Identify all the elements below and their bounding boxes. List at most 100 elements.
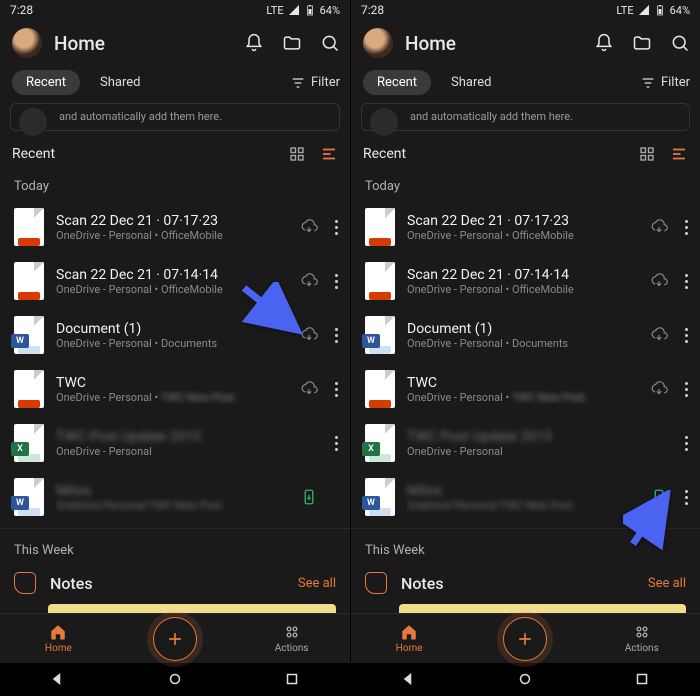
filter-button[interactable]: Filter	[640, 75, 690, 91]
search-icon[interactable]	[320, 33, 340, 53]
recents-icon[interactable]	[633, 670, 651, 688]
group-today: Today	[0, 169, 350, 200]
cloud-download-icon[interactable]	[650, 380, 668, 398]
avatar[interactable]	[363, 28, 393, 58]
filter-label: Filter	[311, 75, 340, 90]
cloud-download-icon[interactable]	[300, 380, 318, 398]
word-icon: W	[365, 316, 395, 354]
excel-icon: X	[14, 424, 44, 462]
more-icon[interactable]	[328, 382, 344, 397]
list-view-icon[interactable]	[670, 145, 688, 163]
tab-shared[interactable]: Shared	[86, 70, 154, 95]
file-row[interactable]: Scan 22 Dec 21 · 07·17·23OneDrive - Pers…	[351, 200, 700, 254]
avatar[interactable]	[12, 28, 42, 58]
grid-view-icon[interactable]	[288, 145, 306, 163]
scan-banner[interactable]: and automatically add them here.	[10, 103, 340, 131]
file-row[interactable]: W MitosOneDrive Personal TWC New Post	[351, 470, 700, 524]
more-icon[interactable]	[678, 436, 694, 451]
scan-banner[interactable]: and automatically add them here.	[361, 103, 690, 131]
cloud-download-icon[interactable]	[300, 272, 318, 290]
file-row[interactable]: Scan 22 Dec 21 · 07·14·14OneDrive - Pers…	[351, 254, 700, 308]
status-bar: 7:28 LTE 64%	[0, 0, 350, 20]
notes-section: Notes See all	[0, 564, 350, 598]
file-row[interactable]: TWCOneDrive - Personal • TWC New Post	[351, 362, 700, 416]
filter-icon	[640, 75, 656, 91]
file-title: Scan 22 Dec 21 · 07·14·14	[407, 267, 638, 283]
more-icon[interactable]	[678, 220, 694, 235]
tab-shared[interactable]: Shared	[437, 70, 505, 95]
cloud-download-icon[interactable]	[300, 218, 318, 236]
note-card[interactable]	[399, 604, 686, 613]
pdf-icon	[365, 208, 395, 246]
tab-recent[interactable]: Recent	[12, 70, 80, 95]
grid-view-icon[interactable]	[638, 145, 656, 163]
pdf-icon	[14, 370, 44, 408]
tab-recent[interactable]: Recent	[363, 70, 431, 95]
file-sub: OneDrive - Personal • OfficeMobile	[407, 283, 638, 296]
cloud-download-icon[interactable]	[650, 272, 668, 290]
notes-section: Notes See all	[351, 564, 700, 598]
more-icon[interactable]	[678, 382, 694, 397]
see-all-link[interactable]: See all	[298, 576, 336, 591]
on-device-icon[interactable]	[300, 488, 318, 506]
more-icon[interactable]	[678, 490, 694, 505]
create-fab[interactable]	[153, 617, 197, 661]
on-device-icon[interactable]	[650, 488, 668, 506]
bell-icon[interactable]	[594, 33, 614, 53]
status-time: 7:28	[10, 3, 33, 17]
more-icon[interactable]	[678, 328, 694, 343]
notes-icon	[365, 572, 387, 594]
home-sys-icon[interactable]	[166, 670, 184, 688]
file-row[interactable]: X TWC Post Update 2015OneDrive - Persona…	[0, 416, 350, 470]
more-icon[interactable]	[328, 328, 344, 343]
app-header: Home	[351, 20, 700, 66]
more-icon[interactable]	[678, 274, 694, 289]
bell-icon[interactable]	[244, 33, 264, 53]
signal-icon	[288, 4, 300, 16]
file-row[interactable]: W Document (1)OneDrive - Personal • Docu…	[351, 308, 700, 362]
group-this-week: This Week	[351, 528, 700, 564]
cloud-download-icon[interactable]	[300, 326, 318, 344]
section-label: Recent	[12, 146, 55, 162]
folder-icon[interactable]	[632, 33, 652, 53]
file-sub: OneDrive - Personal • TWC New Post	[407, 391, 638, 404]
scan-banner-icon	[370, 108, 398, 136]
filter-button[interactable]: Filter	[290, 75, 340, 91]
file-sub: OneDrive - Personal • Documents	[56, 337, 288, 350]
cloud-download-icon[interactable]	[650, 326, 668, 344]
more-icon[interactable]	[328, 220, 344, 235]
recents-icon[interactable]	[283, 670, 301, 688]
cloud-download-icon[interactable]	[650, 218, 668, 236]
nav-home[interactable]: Home	[351, 614, 467, 663]
nav-home[interactable]: Home	[0, 614, 117, 663]
search-icon[interactable]	[670, 33, 690, 53]
file-row[interactable]: W Document (1)OneDrive - Personal • Docu…	[0, 308, 350, 362]
nav-actions[interactable]: Actions	[584, 614, 700, 663]
tabs-row: Recent Shared Filter	[351, 66, 700, 103]
file-row[interactable]: TWCOneDrive - Personal • TWC New Post	[0, 362, 350, 416]
file-title: TWC	[56, 375, 288, 391]
create-fab[interactable]	[503, 617, 547, 661]
back-icon[interactable]	[400, 670, 418, 688]
more-icon[interactable]	[328, 274, 344, 289]
home-sys-icon[interactable]	[516, 670, 534, 688]
nav-actions[interactable]: Actions	[233, 614, 350, 663]
status-bar: 7:28 LTE 64%	[351, 0, 700, 20]
list-view-icon[interactable]	[320, 145, 338, 163]
nav-home-label: Home	[45, 643, 72, 654]
plus-icon	[165, 629, 185, 649]
more-icon[interactable]	[328, 436, 344, 451]
status-network: LTE	[266, 4, 283, 17]
back-icon[interactable]	[49, 670, 67, 688]
section-head-recent: Recent	[351, 139, 700, 169]
file-row[interactable]: W MitosOneDrive Personal TWC New Post	[0, 470, 350, 524]
folder-icon[interactable]	[282, 33, 302, 53]
file-title: Document (1)	[407, 321, 638, 337]
file-title: TWC Post Update 2015	[56, 429, 316, 445]
file-row[interactable]: Scan 22 Dec 21 · 07·17·23OneDrive - Pers…	[0, 200, 350, 254]
section-head-recent: Recent	[0, 139, 350, 169]
note-card[interactable]	[48, 604, 336, 613]
file-row[interactable]: X TWC Post Update 2015OneDrive - Persona…	[351, 416, 700, 470]
see-all-link[interactable]: See all	[648, 576, 686, 591]
file-row[interactable]: Scan 22 Dec 21 · 07·14·14OneDrive - Pers…	[0, 254, 350, 308]
